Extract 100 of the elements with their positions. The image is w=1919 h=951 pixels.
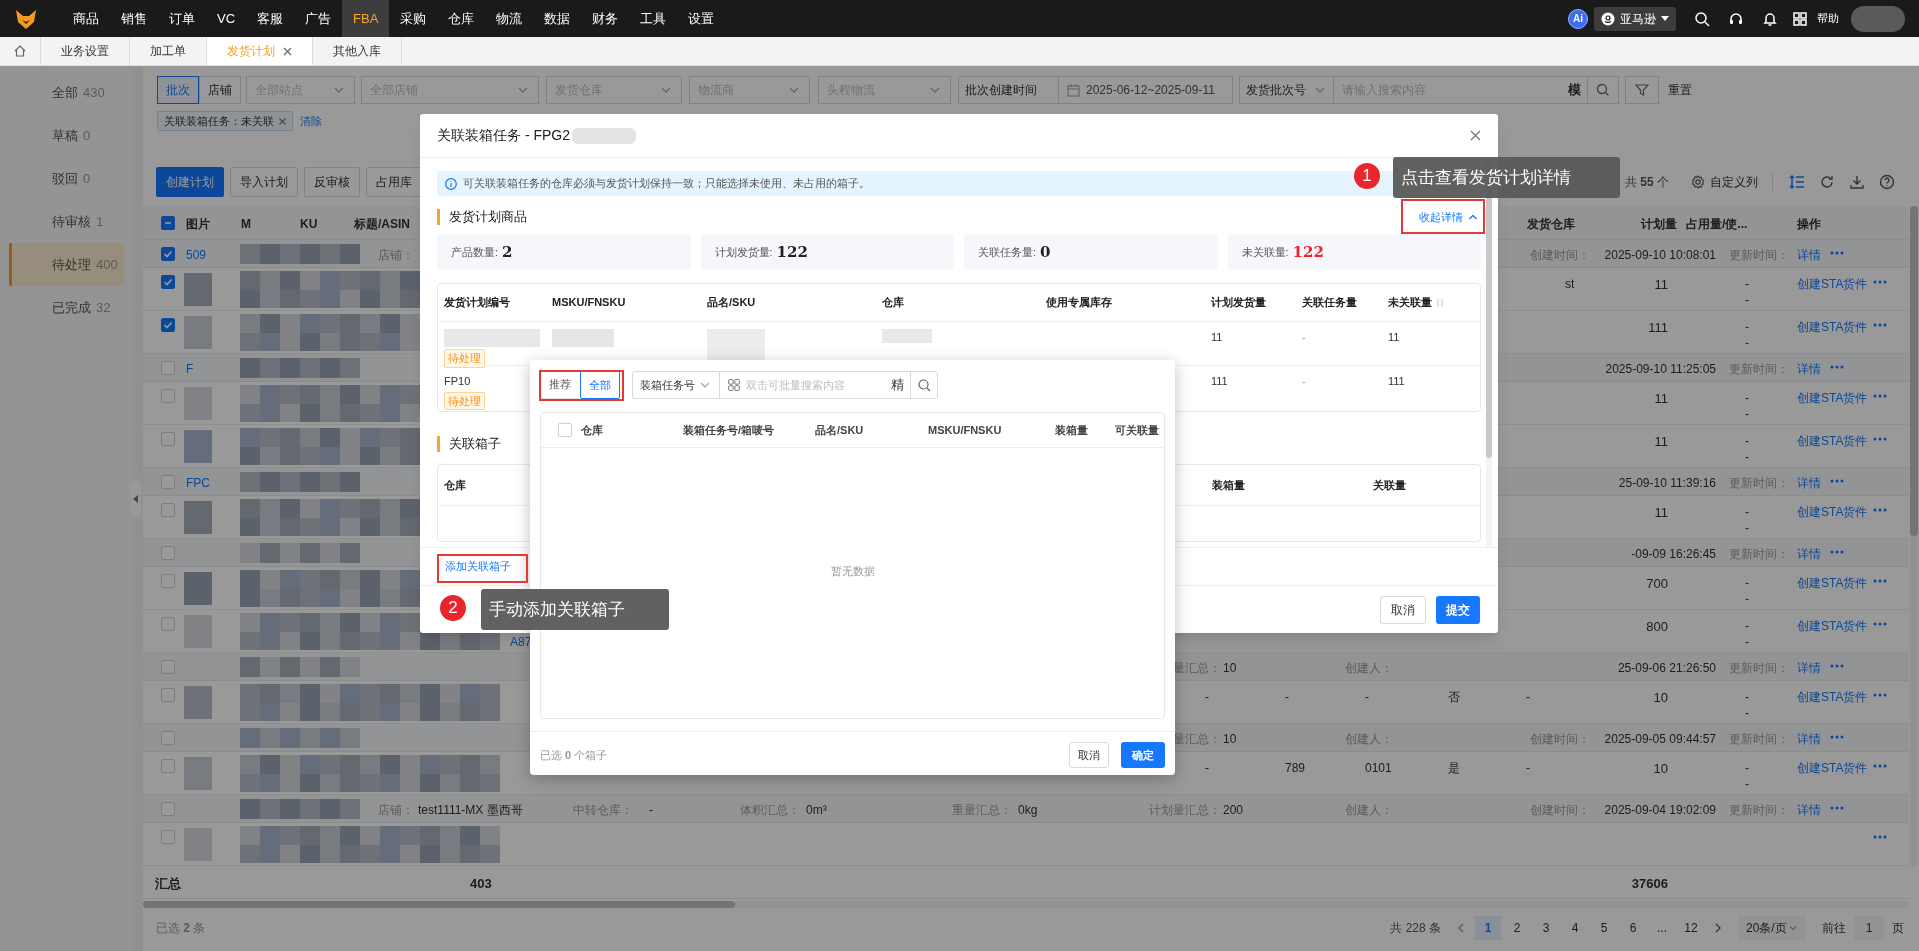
nav-item[interactable]: 仓库: [437, 0, 486, 37]
tab[interactable]: 其他入库: [313, 37, 402, 65]
clear-link[interactable]: 清除: [300, 112, 322, 130]
toolbar-button[interactable]: 反审核: [304, 167, 360, 197]
create-shipment-link[interactable]: 创建STA货件: [1797, 503, 1868, 521]
more-icon[interactable]: [1873, 579, 1887, 583]
confirm-button[interactable]: 确定: [1121, 742, 1165, 768]
search-button[interactable]: [910, 371, 938, 399]
create-shipment-link[interactable]: 创建STA货件: [1797, 617, 1868, 635]
search-icon[interactable]: [1694, 10, 1710, 27]
dropdown[interactable]: 发货批次号: [1239, 76, 1334, 104]
cancel-button[interactable]: 取消: [1380, 595, 1426, 624]
detail-link[interactable]: 详情: [1797, 474, 1821, 492]
scrollbar[interactable]: [1910, 206, 1918, 866]
nav-item[interactable]: 采购: [389, 0, 438, 37]
date-range-field[interactable]: 2025-06-12~2025-09-11: [1059, 76, 1233, 104]
page-button[interactable]: 3: [1533, 916, 1559, 940]
more-icon[interactable]: [1873, 764, 1887, 768]
headset-icon[interactable]: [1728, 10, 1744, 27]
nav-item[interactable]: FBA: [342, 0, 390, 37]
more-icon[interactable]: [1830, 550, 1844, 554]
nav-item[interactable]: 销售: [110, 0, 158, 37]
collapse-link[interactable]: 收起详情: [1419, 208, 1478, 226]
page-button[interactable]: 6: [1620, 916, 1646, 940]
toolbar-button[interactable]: 占用库: [366, 167, 422, 197]
mode-toggle[interactable]: 批次: [157, 76, 199, 104]
page-size-select[interactable]: 20条/页: [1738, 916, 1806, 940]
cancel-button[interactable]: 取消: [1069, 742, 1109, 768]
more-icon[interactable]: [1830, 479, 1844, 483]
toolbar-button[interactable]: 导入计划: [230, 167, 298, 197]
nav-item[interactable]: 数据: [533, 0, 582, 37]
toolbar-button[interactable]: 创建计划: [156, 167, 224, 197]
sidebar-item[interactable]: 待处理 400: [9, 243, 124, 286]
tab[interactable]: 业务设置: [41, 37, 130, 65]
create-shipment-link[interactable]: 创建STA货件: [1797, 759, 1868, 777]
checkbox[interactable]: [161, 247, 175, 261]
detail-link[interactable]: 详情: [1797, 730, 1821, 748]
page-button[interactable]: 12: [1678, 916, 1704, 940]
more-icon[interactable]: [1873, 622, 1887, 626]
fox-logo[interactable]: [14, 7, 38, 30]
more-icon[interactable]: [1873, 835, 1887, 839]
plan-link[interactable]: 509: [186, 246, 207, 264]
detail-link[interactable]: 详情: [1797, 801, 1821, 819]
grid-icon[interactable]: [728, 379, 740, 391]
reset-button[interactable]: 重置: [1668, 81, 1692, 99]
create-shipment-link[interactable]: 创建STA货件: [1797, 688, 1868, 706]
more-icon[interactable]: [1830, 251, 1844, 255]
home-icon[interactable]: [13, 44, 27, 58]
avatar[interactable]: [1851, 5, 1905, 32]
row-height-icon[interactable]: [1789, 174, 1805, 190]
more-icon[interactable]: [1830, 735, 1844, 739]
page-button[interactable]: 4: [1562, 916, 1588, 940]
checkbox[interactable]: [161, 216, 175, 230]
collapse-handle[interactable]: [131, 481, 141, 517]
match-mode-toggle[interactable]: 模: [1562, 76, 1587, 104]
nav-item[interactable]: 客服: [246, 0, 295, 37]
scrollbar[interactable]: [143, 901, 1909, 908]
page-button[interactable]: 1: [1475, 916, 1501, 940]
apps-grid-icon[interactable]: [1792, 10, 1808, 27]
filter-button[interactable]: [1625, 76, 1659, 104]
exact-match-toggle[interactable]: 精: [885, 371, 910, 399]
help-icon[interactable]: [1879, 174, 1895, 190]
more-icon[interactable]: [1830, 365, 1844, 369]
create-shipment-link[interactable]: 创建STA货件: [1797, 432, 1868, 450]
nav-item[interactable]: 物流: [485, 0, 534, 37]
more-icon[interactable]: [1873, 394, 1887, 398]
create-shipment-link[interactable]: 创建STA货件: [1797, 574, 1868, 592]
create-shipment-link[interactable]: 创建STA货件: [1797, 318, 1868, 336]
dropdown[interactable]: 装箱任务号: [632, 371, 720, 399]
submit-button[interactable]: 提交: [1436, 595, 1480, 624]
create-shipment-link[interactable]: 创建STA货件: [1797, 275, 1868, 293]
plan-link[interactable]: FPC: [186, 474, 210, 492]
more-icon[interactable]: [1830, 806, 1844, 810]
filter-tag[interactable]: 关联装箱任务：未关联: [157, 111, 293, 131]
page-button[interactable]: 5: [1591, 916, 1617, 940]
nav-item[interactable]: 财务: [581, 0, 630, 37]
plan-link[interactable]: F: [186, 360, 194, 378]
custom-columns-button[interactable]: 自定义列: [1691, 173, 1773, 191]
mode-toggle[interactable]: 店铺: [199, 76, 241, 104]
nav-item[interactable]: 广告: [294, 0, 343, 37]
close-icon[interactable]: [283, 46, 292, 56]
more-icon[interactable]: [1830, 664, 1844, 668]
detail-link[interactable]: 详情: [1797, 659, 1821, 677]
platform-select[interactable]: 亚马逊: [1594, 6, 1676, 31]
more-icon[interactable]: [1873, 508, 1887, 512]
more-icon[interactable]: [1873, 280, 1887, 284]
dropdown[interactable]: 批次创建时间: [958, 76, 1059, 104]
sidebar-item[interactable]: 待审核 1: [9, 200, 124, 243]
asin-link[interactable]: A87: [510, 633, 532, 651]
more-icon[interactable]: [1873, 323, 1887, 327]
more-icon[interactable]: [1873, 437, 1887, 441]
detail-link[interactable]: 详情: [1797, 360, 1821, 378]
bell-icon[interactable]: [1762, 10, 1778, 27]
download-icon[interactable]: [1849, 174, 1865, 190]
checkbox[interactable]: [161, 318, 175, 332]
refresh-icon[interactable]: [1819, 174, 1835, 190]
page-button[interactable]: 2: [1504, 916, 1530, 940]
more-icon[interactable]: [1873, 693, 1887, 697]
nav-item[interactable]: 订单: [158, 0, 206, 37]
close-icon[interactable]: [279, 117, 286, 125]
